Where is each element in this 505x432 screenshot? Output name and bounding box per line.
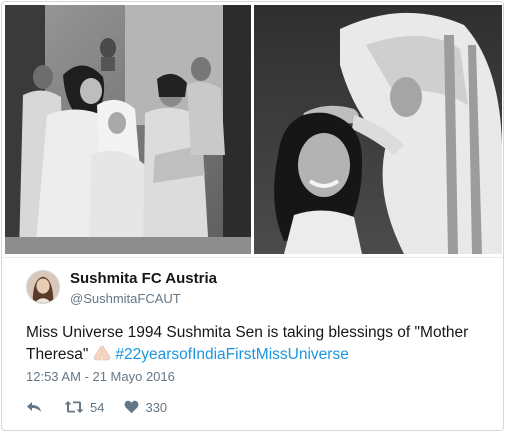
avatar[interactable] bbox=[26, 270, 60, 304]
tweet-photo-group[interactable] bbox=[5, 5, 251, 254]
like-button[interactable]: 330 bbox=[124, 400, 167, 415]
retweet-count: 54 bbox=[90, 399, 105, 415]
group-photo-image bbox=[5, 5, 251, 254]
tweet-photo-blessing[interactable] bbox=[254, 5, 502, 254]
tweet-actions: 54 330 bbox=[26, 397, 167, 417]
author-display-name[interactable]: Sushmita FC Austria bbox=[70, 270, 217, 287]
media-divider bbox=[2, 257, 503, 258]
hashtag-link[interactable]: #22yearsofIndiaFirstMissUniverse bbox=[115, 346, 348, 363]
folded-hands-icon bbox=[93, 344, 112, 361]
like-count: 330 bbox=[145, 399, 168, 415]
retweet-button[interactable]: 54 bbox=[64, 400, 104, 415]
avatar-image bbox=[27, 271, 59, 303]
heart-icon bbox=[125, 400, 139, 414]
reply-icon bbox=[27, 402, 41, 412]
author-screen-name[interactable]: @SushmitaFCAUT bbox=[70, 291, 181, 306]
reply-button[interactable] bbox=[26, 400, 42, 414]
tweet-timestamp[interactable]: 12:53 AM - 21 Mayo 2016 bbox=[26, 369, 175, 384]
blessing-photo-image bbox=[254, 5, 502, 254]
tweet-card: Sushmita FC Austria @SushmitaFCAUT Miss … bbox=[1, 1, 504, 431]
tweet-text: Miss Universe 1994 Sushmita Sen is takin… bbox=[26, 322, 486, 366]
retweet-icon bbox=[64, 401, 84, 413]
